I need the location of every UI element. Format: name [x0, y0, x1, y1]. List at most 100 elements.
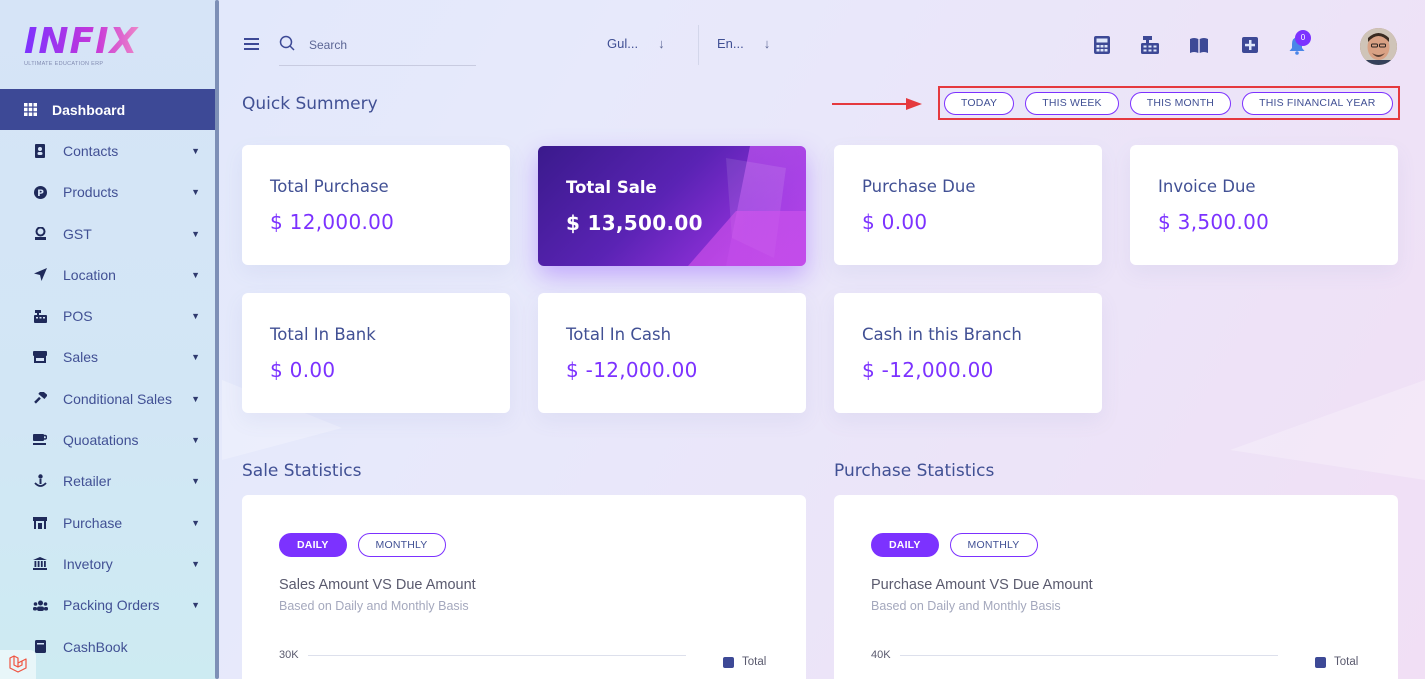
sidebar-item-label: Contacts	[63, 142, 119, 159]
purchase-statistics-panel: DAILY MONTHLY Purchase Amount VS Due Amo…	[834, 495, 1398, 679]
sidebar-item-conditional-sales[interactable]: Conditional Sales ▼	[0, 378, 216, 419]
divider	[698, 25, 699, 65]
tab-monthly[interactable]: MONTHLY	[949, 533, 1038, 557]
card-value: $ -12,000.00	[862, 358, 994, 382]
purchase-statistics-heading: Purchase Statistics	[834, 461, 995, 481]
filter-today-button[interactable]: TODAY	[944, 91, 1015, 115]
y-axis-tick-label: 30K	[279, 649, 299, 661]
card-value: $ 12,000.00	[270, 210, 395, 234]
filter-this-month-button[interactable]: THIS MONTH	[1129, 91, 1232, 115]
sidebar-item-label: Products	[63, 184, 119, 201]
summary-card-total-in-bank[interactable]: Total In Bank $ 0.00	[242, 293, 510, 413]
caret-down-icon: ▼	[191, 476, 200, 487]
sidebar-item-label: Purchase	[63, 514, 123, 531]
tab-daily[interactable]: DAILY	[871, 533, 939, 557]
avatar[interactable]	[1360, 28, 1397, 65]
card-value: $ 13,500.00	[566, 211, 703, 235]
chart-legend[interactable]: Total	[723, 656, 766, 668]
svg-text:P: P	[37, 189, 44, 199]
language-select[interactable]: En... ↓	[717, 36, 770, 51]
tab-monthly[interactable]: MONTHLY	[357, 533, 446, 557]
card-value: $ 0.00	[862, 210, 928, 234]
caret-down-icon: ▼	[191, 600, 200, 611]
caret-down-icon: ▼	[191, 352, 200, 363]
card-title: Invoice Due	[1158, 177, 1256, 196]
calculator-icon[interactable]	[1092, 35, 1112, 55]
caret-down-icon: ▼	[191, 269, 200, 280]
card-title: Purchase Due	[862, 177, 976, 196]
date-filter-group: TODAY THIS WEEK THIS MONTH THIS FINANCIA…	[938, 86, 1400, 120]
search-icon[interactable]	[279, 35, 297, 53]
sidebar-item-label: Dashboard	[52, 101, 126, 118]
annotation-arrow	[832, 98, 922, 110]
sidebar-nav: Dashboard Contacts ▼ P Products ▼ GST ▼	[0, 89, 216, 667]
language-select-value: En...	[717, 36, 744, 51]
hamburger-menu-icon[interactable]	[244, 37, 260, 51]
grid-icon	[22, 102, 38, 118]
sidebar-item-quotations[interactable]: Quoatations ▼	[0, 419, 216, 460]
caret-down-icon: ▼	[191, 187, 200, 198]
sidebar-item-label: Conditional Sales	[63, 390, 172, 407]
chart-legend[interactable]: Total	[1315, 656, 1358, 668]
sidebar-item-label: Quoatations	[63, 432, 139, 449]
caret-down-icon: ▼	[191, 228, 200, 239]
sidebar-item-contacts[interactable]: Contacts ▼	[0, 130, 216, 171]
tab-daily[interactable]: DAILY	[279, 533, 347, 557]
sidebar-item-pos[interactable]: POS ▼	[0, 295, 216, 336]
sidebar-item-dashboard[interactable]: Dashboard	[0, 89, 216, 131]
sidebar-item-sales[interactable]: Sales ▼	[0, 337, 216, 378]
search-input[interactable]	[309, 35, 469, 55]
open-book-icon[interactable]	[1189, 35, 1209, 55]
sidebar-item-products[interactable]: P Products ▼	[0, 172, 216, 213]
filter-this-week-button[interactable]: THIS WEEK	[1025, 91, 1119, 115]
filter-this-financial-year-button[interactable]: THIS FINANCIAL YEAR	[1242, 91, 1393, 115]
gavel-icon	[32, 391, 48, 407]
chart-subtitle: Based on Daily and Monthly Basis	[279, 599, 469, 613]
summary-card-total-in-cash[interactable]: Total In Cash $ -12,000.00	[538, 293, 806, 413]
shop-icon	[32, 515, 48, 531]
page-title: Quick Summery	[242, 94, 378, 114]
card-value: $ 0.00	[270, 358, 336, 382]
store-icon	[32, 349, 48, 365]
y-axis-tick-label: 40K	[871, 649, 891, 661]
summary-card-total-purchase[interactable]: Total Purchase $ 12,000.00	[242, 145, 510, 265]
sidebar-item-packing-orders[interactable]: Packing Orders ▼	[0, 585, 216, 626]
summary-card-total-sale[interactable]: Total Sale $ 13,500.00	[538, 146, 806, 266]
search-box	[279, 33, 476, 66]
chart-title: Sales Amount VS Due Amount	[279, 577, 476, 593]
avatar-face-icon	[1360, 28, 1397, 65]
sidebar-scrollbar[interactable]	[215, 0, 219, 679]
branch-select[interactable]: Gul... ↓	[607, 36, 665, 51]
sale-period-tabs: DAILY MONTHLY	[279, 533, 446, 557]
caret-down-icon: ▼	[191, 558, 200, 569]
chart-title: Purchase Amount VS Due Amount	[871, 577, 1093, 593]
sidebar-item-label: Invetory	[63, 555, 113, 572]
sidebar-item-inventory[interactable]: Invetory ▼	[0, 543, 216, 584]
logo[interactable]: INFIX ULTIMATE EDUCATION ERP	[24, 24, 144, 68]
sidebar-item-gst[interactable]: GST ▼	[0, 213, 216, 254]
plus-square-icon[interactable]	[1240, 35, 1260, 55]
summary-card-cash-in-branch[interactable]: Cash in this Branch $ -12,000.00	[834, 293, 1102, 413]
sidebar-item-label: Sales	[63, 349, 99, 366]
summary-card-invoice-due[interactable]: Invoice Due $ 3,500.00	[1130, 145, 1398, 265]
user-tax-icon	[32, 226, 48, 242]
sidebar-item-purchase[interactable]: Purchase ▼	[0, 502, 216, 543]
legend-swatch	[1315, 656, 1326, 668]
sidebar-item-retailer[interactable]: Retailer ▼	[0, 461, 216, 502]
laravel-icon	[9, 655, 27, 673]
cash-register-icon[interactable]	[1140, 35, 1160, 55]
sidebar-item-location[interactable]: Location ▼	[0, 254, 216, 295]
caret-down-icon: ▼	[191, 435, 200, 446]
cash-register-icon	[32, 308, 48, 324]
summary-card-purchase-due[interactable]: Purchase Due $ 0.00	[834, 145, 1102, 265]
chart-gridline	[308, 655, 686, 656]
caret-down-icon: ▼	[191, 517, 200, 528]
background-shape	[1230, 380, 1425, 480]
legend-label: Total	[1334, 656, 1359, 668]
sidebar: INFIX ULTIMATE EDUCATION ERP Dashboard C…	[0, 0, 216, 679]
caret-down-icon: ▼	[191, 145, 200, 156]
sale-statistics-panel: DAILY MONTHLY Sales Amount VS Due Amount…	[242, 495, 806, 679]
card-value: $ -12,000.00	[566, 358, 698, 382]
branch-select-value: Gul...	[607, 36, 639, 51]
retailer-icon	[32, 473, 48, 489]
